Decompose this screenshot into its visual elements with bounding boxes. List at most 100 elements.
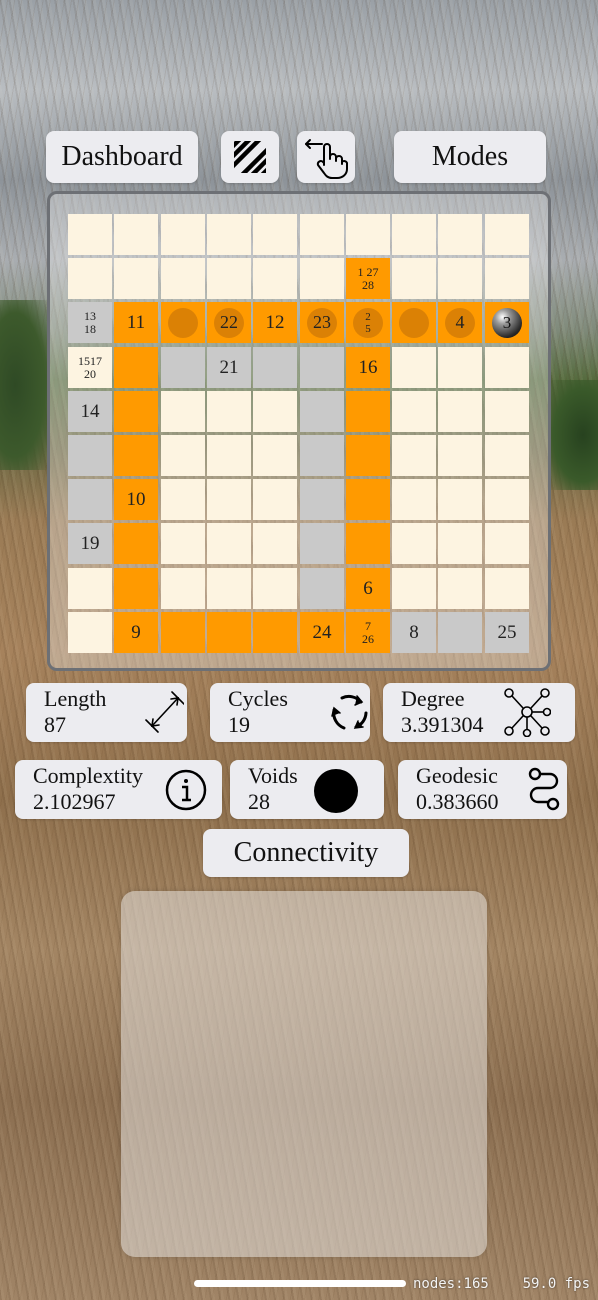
grid-cell[interactable] [253, 258, 297, 299]
stat-length[interactable]: Length 87 [26, 683, 187, 742]
grid-cell[interactable] [253, 523, 297, 564]
grid-cell[interactable]: 9 [114, 612, 158, 653]
grid-cell[interactable] [392, 347, 436, 388]
grid-cell[interactable]: 14 [68, 391, 112, 432]
grid-cell[interactable] [207, 258, 251, 299]
grid-cell[interactable]: 4 [438, 302, 482, 343]
grid-cell[interactable] [438, 391, 482, 432]
grid-cell[interactable] [485, 214, 529, 255]
grid-cell[interactable] [207, 523, 251, 564]
grid-cell[interactable] [438, 479, 482, 520]
player-ball[interactable]: 3 [492, 307, 522, 338]
grid-cell[interactable] [438, 214, 482, 255]
game-grid[interactable]: 1 27 28 13 18 11 22 12 23 2 5 4 3 1517 20 21 16 14 10 19 6 9… [68, 214, 532, 656]
grid-cell[interactable] [253, 568, 297, 609]
grid-cell[interactable] [207, 214, 251, 255]
grid-cell[interactable] [485, 479, 529, 520]
grid-cell[interactable] [485, 347, 529, 388]
grid-cell[interactable] [392, 568, 436, 609]
grid-cell[interactable] [485, 523, 529, 564]
grid-cell[interactable] [300, 347, 344, 388]
grid-cell[interactable] [300, 479, 344, 520]
grid-cell[interactable] [253, 612, 297, 653]
grid-cell[interactable] [161, 258, 205, 299]
grid-cell[interactable] [161, 568, 205, 609]
grid-cell[interactable] [438, 258, 482, 299]
grid-cell[interactable] [346, 523, 390, 564]
grid-cell[interactable] [392, 523, 436, 564]
grid-cell[interactable] [68, 214, 112, 255]
grid-cell[interactable] [161, 391, 205, 432]
grid-cell[interactable]: 23 [300, 302, 344, 343]
grid-cell[interactable] [207, 479, 251, 520]
grid-cell[interactable]: 1517 20 [68, 347, 112, 388]
grid-cell[interactable]: 24 [300, 612, 344, 653]
stat-complexity[interactable]: Complextity 2.102967 [15, 760, 222, 819]
grid-cell[interactable]: 21 [207, 347, 251, 388]
grid-cell[interactable]: 19 [68, 523, 112, 564]
grid-cell[interactable] [161, 523, 205, 564]
grid-cell[interactable] [207, 568, 251, 609]
grid-cell[interactable] [161, 214, 205, 255]
grid-cell[interactable]: 3 [485, 302, 529, 343]
grid-cell[interactable]: 25 [485, 612, 529, 653]
grid-cell[interactable] [392, 391, 436, 432]
grid-cell[interactable] [346, 391, 390, 432]
grid-cell[interactable] [438, 612, 482, 653]
grid-cell[interactable] [114, 258, 158, 299]
grid-cell[interactable]: 11 [114, 302, 158, 343]
grid-cell[interactable] [485, 391, 529, 432]
grid-cell[interactable] [114, 214, 158, 255]
grid-cell[interactable] [253, 435, 297, 476]
grid-cell[interactable] [392, 214, 436, 255]
grid-cell[interactable] [161, 347, 205, 388]
grid-cell[interactable] [392, 479, 436, 520]
grid-cell[interactable] [438, 523, 482, 564]
grid-cell[interactable] [300, 568, 344, 609]
grid-cell[interactable] [161, 479, 205, 520]
grid-cell[interactable] [161, 435, 205, 476]
grid-cell[interactable] [68, 568, 112, 609]
grid-cell[interactable] [253, 391, 297, 432]
grid-cell[interactable] [300, 258, 344, 299]
grid-cell[interactable] [438, 347, 482, 388]
grid-cell[interactable] [253, 479, 297, 520]
grid-cell[interactable] [392, 258, 436, 299]
stat-geodesic[interactable]: Geodesic 0.383660 [398, 760, 567, 819]
grid-cell[interactable] [161, 302, 205, 343]
grid-cell[interactable] [300, 523, 344, 564]
grid-cell[interactable] [68, 258, 112, 299]
grid-cell[interactable] [485, 435, 529, 476]
grid-cell[interactable] [346, 214, 390, 255]
grid-cell[interactable] [300, 214, 344, 255]
grid-cell[interactable]: 6 [346, 568, 390, 609]
grid-cell[interactable] [346, 435, 390, 476]
grid-cell[interactable] [114, 347, 158, 388]
grid-cell[interactable] [392, 302, 436, 343]
home-indicator[interactable] [194, 1280, 406, 1287]
grid-cell[interactable]: 25 [346, 302, 390, 343]
stat-voids[interactable]: Voids 28 [230, 760, 384, 819]
connectivity-viewport[interactable] [121, 891, 487, 1257]
connectivity-button[interactable]: Connectivity [203, 829, 409, 877]
grid-cell[interactable] [253, 347, 297, 388]
grid-cell[interactable] [253, 214, 297, 255]
dashboard-button[interactable]: Dashboard [46, 131, 198, 183]
grid-cell[interactable] [68, 479, 112, 520]
grid-cell[interactable] [114, 523, 158, 564]
grid-cell[interactable] [207, 435, 251, 476]
grid-cell[interactable]: 13 18 [68, 302, 112, 343]
grid-cell[interactable]: 7 26 [346, 612, 390, 653]
grid-cell[interactable] [68, 435, 112, 476]
grid-cell[interactable]: 1 27 28 [346, 258, 390, 299]
grid-cell[interactable] [114, 435, 158, 476]
grid-cell[interactable] [485, 258, 529, 299]
grid-cell[interactable] [485, 568, 529, 609]
grid-cell[interactable]: 10 [114, 479, 158, 520]
modes-button[interactable]: Modes [394, 131, 546, 183]
swipe-gesture-button[interactable] [297, 131, 355, 183]
grid-cell[interactable] [114, 391, 158, 432]
pattern-toggle-button[interactable] [221, 131, 279, 183]
stat-degree[interactable]: Degree 3.391304 [383, 683, 575, 742]
grid-cell[interactable] [438, 435, 482, 476]
